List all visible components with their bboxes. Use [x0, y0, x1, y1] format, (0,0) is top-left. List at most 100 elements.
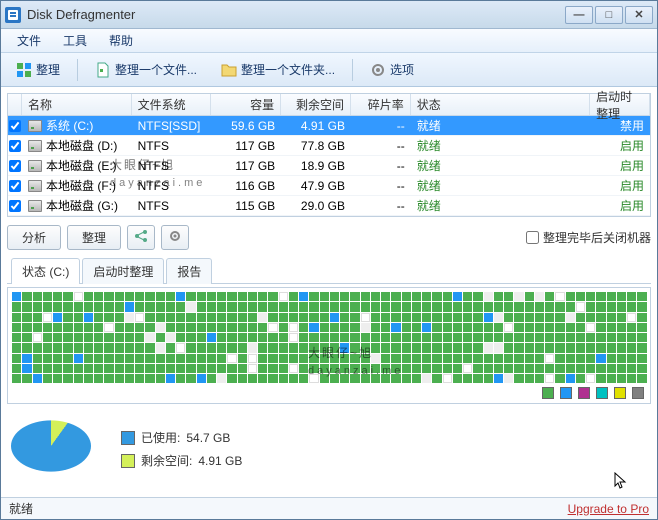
map-cell	[63, 333, 72, 342]
map-cell	[535, 313, 544, 322]
map-cell	[607, 302, 616, 311]
share-button[interactable]	[127, 225, 155, 250]
col-status[interactable]: 状态	[411, 94, 590, 115]
map-cell	[156, 333, 165, 342]
shutdown-checkbox-wrap[interactable]: 整理完毕后关闭机器	[526, 229, 651, 246]
table-row[interactable]: 本地磁盘 (D:)NTFS117 GB77.8 GB--就绪启用	[8, 136, 650, 156]
map-cell	[525, 292, 534, 301]
map-cell	[566, 323, 575, 332]
action-row: 分析 整理 整理完毕后关闭机器	[7, 221, 651, 254]
minimize-button[interactable]: —	[565, 6, 593, 24]
tab-boot[interactable]: 启动时整理	[82, 258, 164, 284]
menu-tools[interactable]: 工具	[53, 30, 97, 51]
cell-action[interactable]: 禁用	[590, 117, 650, 134]
map-cell	[637, 323, 646, 332]
toolbar-options[interactable]: 选项	[363, 57, 421, 82]
map-cell	[361, 323, 370, 332]
analyze-button[interactable]: 分析	[7, 225, 61, 250]
map-cell	[330, 374, 339, 383]
map-cell	[391, 292, 400, 301]
map-cell	[381, 333, 390, 342]
map-cell	[391, 313, 400, 322]
map-cell	[402, 333, 411, 342]
map-cell	[391, 374, 400, 383]
map-cell	[53, 323, 62, 332]
map-cell	[258, 313, 267, 322]
map-cell	[607, 354, 616, 363]
map-cell	[371, 302, 380, 311]
map-cell	[576, 333, 585, 342]
map-cell	[145, 323, 154, 332]
tab-report[interactable]: 报告	[166, 258, 212, 284]
map-cell	[309, 364, 318, 373]
map-cell	[115, 343, 124, 352]
table-row[interactable]: 本地磁盘 (G:)NTFS115 GB29.0 GB--就绪启用	[8, 196, 650, 216]
map-cell	[186, 292, 195, 301]
map-cell	[320, 292, 329, 301]
tab-status[interactable]: 状态 (C:)	[11, 258, 80, 284]
map-cell	[115, 364, 124, 373]
col-fs[interactable]: 文件系统	[132, 94, 212, 115]
col-free[interactable]: 剩余空间	[281, 94, 351, 115]
upgrade-link[interactable]: Upgrade to Pro	[568, 502, 649, 516]
row-checkbox[interactable]	[8, 200, 22, 212]
map-cell	[330, 343, 339, 352]
map-cell	[63, 292, 72, 301]
map-cell	[350, 343, 359, 352]
row-checkbox[interactable]	[8, 120, 22, 132]
map-cell	[627, 364, 636, 373]
map-cell	[617, 292, 626, 301]
map-cell	[607, 374, 616, 383]
map-cell	[299, 354, 308, 363]
map-cell	[361, 374, 370, 383]
map-cell	[248, 302, 257, 311]
table-row[interactable]: 本地磁盘 (E:)NTFS117 GB18.9 GB--就绪启用	[8, 156, 650, 176]
cell-action[interactable]: 启用	[590, 197, 650, 214]
row-checkbox[interactable]	[8, 180, 22, 192]
cell-action[interactable]: 启用	[590, 157, 650, 174]
menu-help[interactable]: 帮助	[99, 30, 143, 51]
map-cell	[412, 343, 421, 352]
map-cell	[484, 354, 493, 363]
col-frag[interactable]: 碎片率	[351, 94, 411, 115]
map-cell	[63, 374, 72, 383]
map-cell	[289, 323, 298, 332]
map-cell	[422, 364, 431, 373]
map-cell	[607, 364, 616, 373]
settings-button[interactable]	[161, 225, 189, 250]
cell-action[interactable]: 启用	[590, 177, 650, 194]
table-row[interactable]: 系统 (C:)NTFS[SSD]59.6 GB4.91 GB--就绪禁用	[8, 116, 650, 136]
map-cell	[186, 374, 195, 383]
toolbar-defrag-folder[interactable]: 整理一个文件夹...	[214, 57, 342, 82]
col-action[interactable]: 启动时整理	[590, 94, 650, 115]
legend-swatch	[560, 387, 572, 399]
map-cell	[504, 313, 513, 322]
close-button[interactable]: ✕	[625, 6, 653, 24]
defrag-button[interactable]: 整理	[67, 225, 121, 250]
cell-action[interactable]: 启用	[590, 137, 650, 154]
map-cell	[350, 292, 359, 301]
maximize-button[interactable]: □	[595, 6, 623, 24]
map-cell	[443, 313, 452, 322]
map-cell	[627, 343, 636, 352]
col-capacity[interactable]: 容量	[211, 94, 281, 115]
col-name[interactable]: 名称	[22, 94, 132, 115]
menu-file[interactable]: 文件	[7, 30, 51, 51]
map-cell	[248, 343, 257, 352]
toolbar-defrag[interactable]: 整理	[9, 57, 67, 82]
shutdown-label: 整理完毕后关闭机器	[543, 229, 651, 246]
map-cell	[484, 313, 493, 322]
toolbar-defrag-file[interactable]: 整理一个文件...	[88, 57, 204, 82]
pie-chart	[11, 414, 101, 484]
map-cell	[309, 354, 318, 363]
cell-status: 就绪	[411, 137, 590, 154]
map-cell	[596, 323, 605, 332]
map-cell	[279, 323, 288, 332]
row-checkbox[interactable]	[8, 140, 22, 152]
titlebar[interactable]: Disk Defragmenter — □ ✕	[1, 1, 657, 29]
shutdown-checkbox[interactable]	[526, 231, 539, 244]
map-cell	[473, 292, 482, 301]
map-cell	[566, 343, 575, 352]
row-checkbox[interactable]	[8, 160, 22, 172]
table-row[interactable]: 本地磁盘 (F:)NTFS116 GB47.9 GB--就绪启用	[8, 176, 650, 196]
